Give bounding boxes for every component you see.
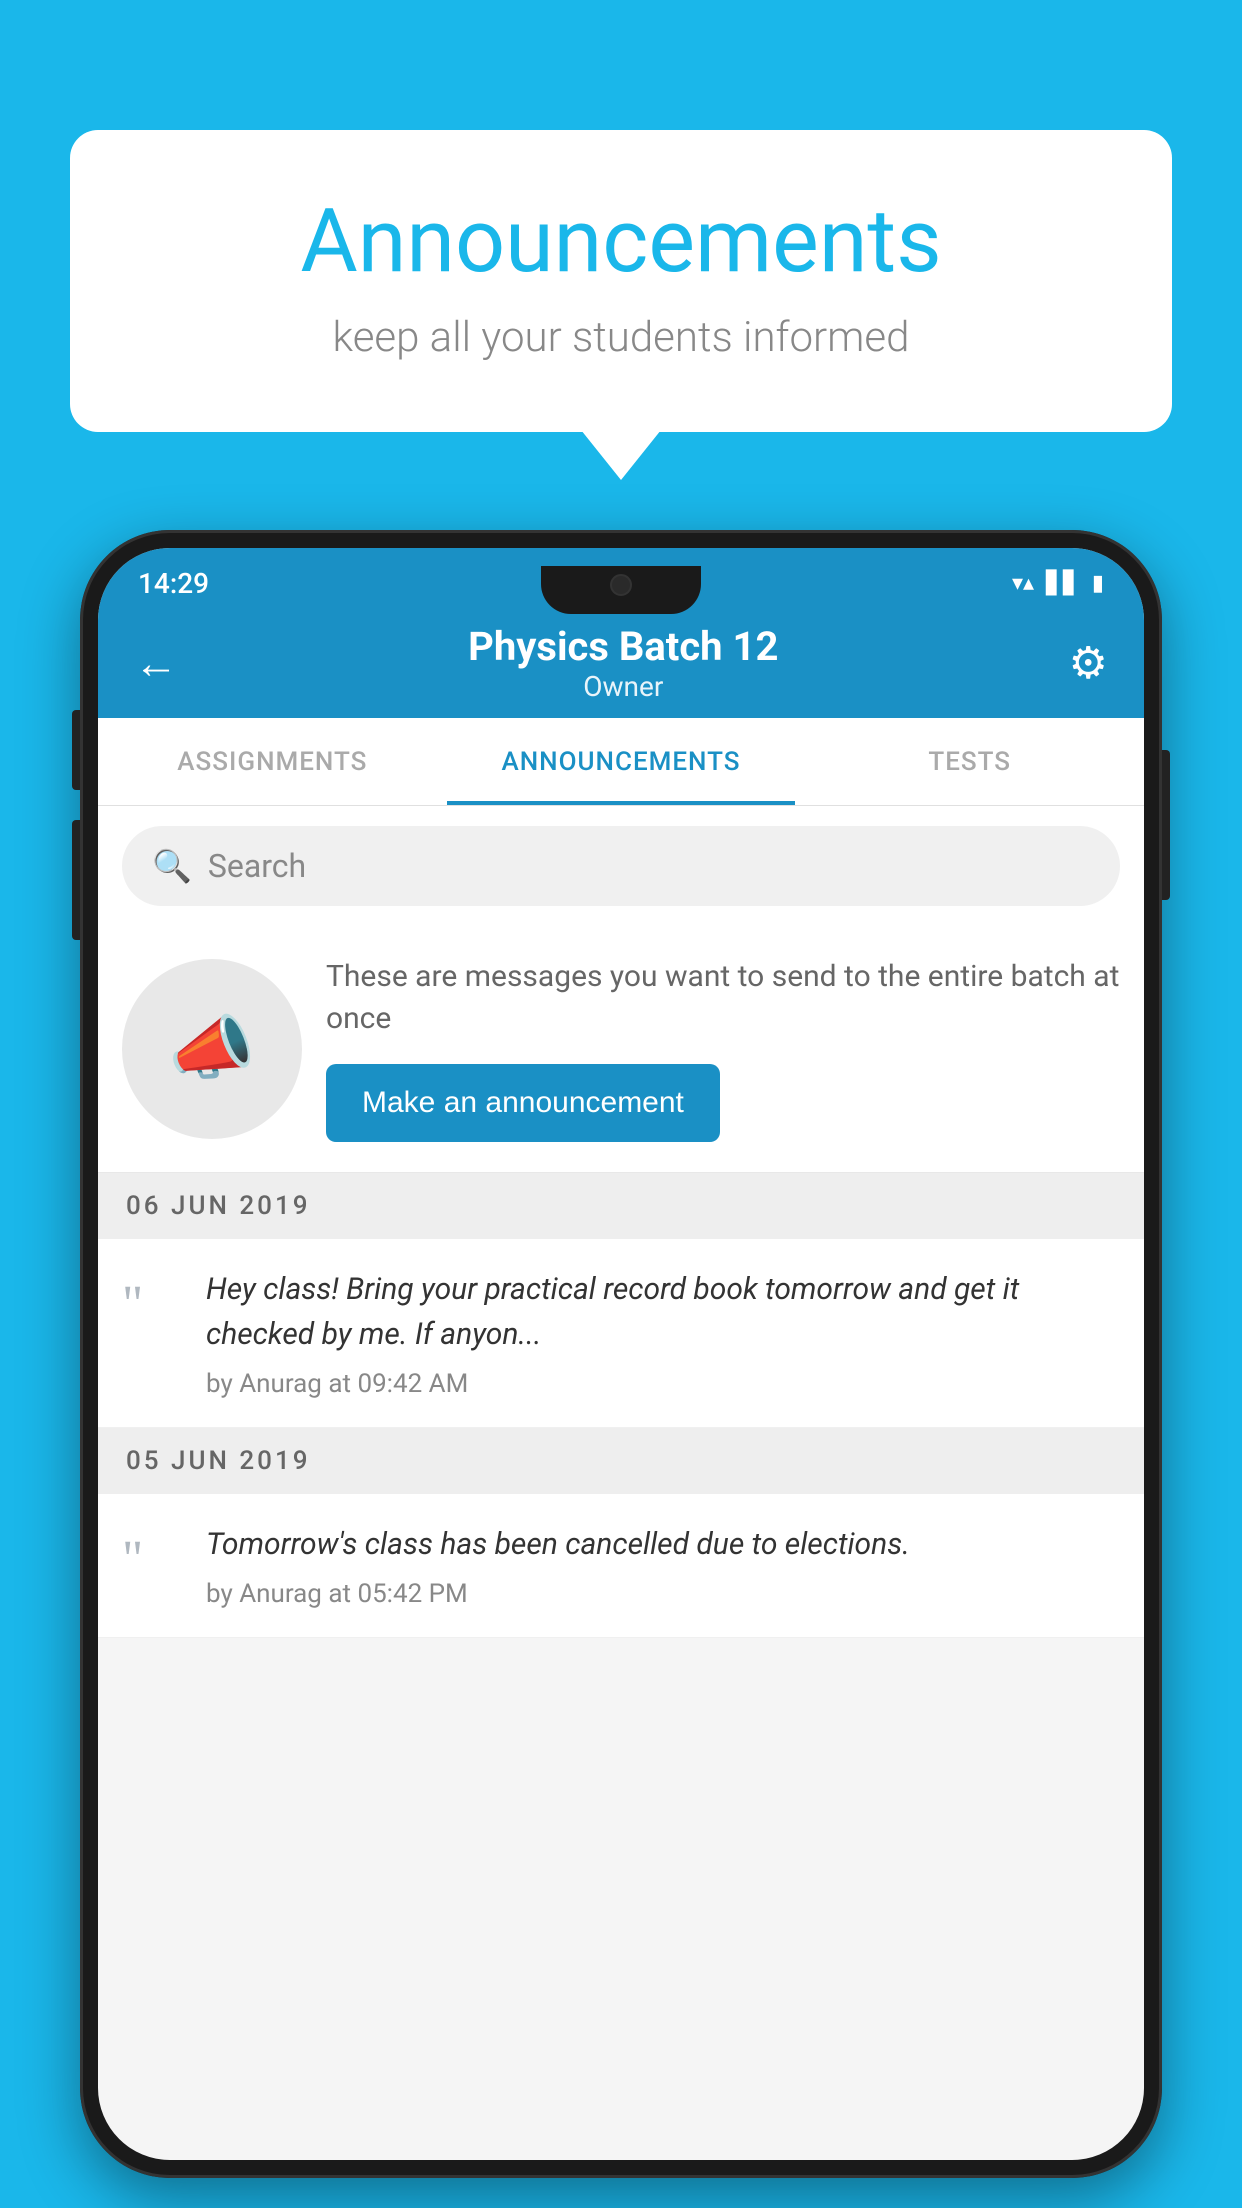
- announcement-text-1: Hey class! Bring your practical record b…: [206, 1267, 1120, 1357]
- announcement-meta-1: by Anurag at 09:42 AM: [206, 1369, 1120, 1399]
- phone-button-power: [1162, 750, 1170, 900]
- status-icons: ▾▴ ▋▋ ▮: [1012, 571, 1104, 596]
- battery-icon: ▮: [1092, 571, 1104, 596]
- promo-description: These are messages you want to send to t…: [326, 956, 1120, 1040]
- announcement-content-2: Tomorrow's class has been cancelled due …: [206, 1522, 1120, 1609]
- app-bar: ← Physics Batch 12 Owner ⚙: [98, 608, 1144, 718]
- announcements-title: Announcements: [150, 190, 1092, 293]
- phone-container: 14:29 ▾▴ ▋▋ ▮ ← Physics Batch 12 Owner ⚙: [80, 530, 1162, 2178]
- app-bar-subtitle: Owner: [468, 670, 778, 703]
- phone-screen: 14:29 ▾▴ ▋▋ ▮ ← Physics Batch 12 Owner ⚙: [98, 548, 1144, 2160]
- content-area: 🔍 Search 📣 These are messages you want t…: [98, 806, 1144, 1638]
- signal-icon: ▋▋: [1046, 571, 1080, 596]
- announcement-meta-2: by Anurag at 05:42 PM: [206, 1579, 1120, 1609]
- make-announcement-button[interactable]: Make an announcement: [326, 1064, 720, 1142]
- date-label-2: 05 JUN 2019: [126, 1446, 311, 1476]
- search-bar[interactable]: 🔍 Search: [122, 826, 1120, 906]
- date-section-1: 06 JUN 2019: [98, 1173, 1144, 1239]
- settings-icon[interactable]: ⚙: [1069, 637, 1108, 689]
- phone-camera: [610, 574, 632, 596]
- announcement-item-1[interactable]: " Hey class! Bring your practical record…: [98, 1239, 1144, 1428]
- phone-button-vol-down: [72, 820, 80, 940]
- tab-tests[interactable]: TESTS: [795, 718, 1144, 805]
- wifi-icon: ▾▴: [1012, 571, 1034, 596]
- announcement-content-1: Hey class! Bring your practical record b…: [206, 1267, 1120, 1399]
- date-section-2: 05 JUN 2019: [98, 1428, 1144, 1494]
- phone-outer: 14:29 ▾▴ ▋▋ ▮ ← Physics Batch 12 Owner ⚙: [80, 530, 1162, 2178]
- announcement-promo: 📣 These are messages you want to send to…: [98, 926, 1144, 1173]
- back-button[interactable]: ←: [134, 637, 178, 689]
- quote-icon-2: ": [122, 1530, 182, 1609]
- phone-button-vol-up: [72, 710, 80, 790]
- speech-bubble-container: Announcements keep all your students inf…: [70, 130, 1172, 432]
- app-bar-center: Physics Batch 12 Owner: [468, 623, 778, 703]
- search-placeholder: Search: [208, 847, 306, 885]
- announcements-subtitle: keep all your students informed: [150, 313, 1092, 362]
- announcement-item-2[interactable]: " Tomorrow's class has been cancelled du…: [98, 1494, 1144, 1638]
- tab-assignments[interactable]: ASSIGNMENTS: [98, 718, 447, 805]
- promo-content: These are messages you want to send to t…: [326, 956, 1120, 1142]
- tab-announcements[interactable]: ANNOUNCEMENTS: [447, 718, 796, 805]
- promo-icon-circle: 📣: [122, 959, 302, 1139]
- date-label-1: 06 JUN 2019: [126, 1191, 311, 1221]
- tab-bar: ASSIGNMENTS ANNOUNCEMENTS TESTS: [98, 718, 1144, 806]
- announcement-text-2: Tomorrow's class has been cancelled due …: [206, 1522, 1120, 1567]
- speech-bubble: Announcements keep all your students inf…: [70, 130, 1172, 432]
- megaphone-icon: 📣: [168, 1008, 255, 1090]
- phone-notch: [541, 566, 701, 614]
- search-icon: 🔍: [152, 847, 192, 885]
- status-time: 14:29: [138, 567, 209, 600]
- quote-icon-1: ": [122, 1275, 182, 1399]
- app-bar-title: Physics Batch 12: [468, 623, 778, 670]
